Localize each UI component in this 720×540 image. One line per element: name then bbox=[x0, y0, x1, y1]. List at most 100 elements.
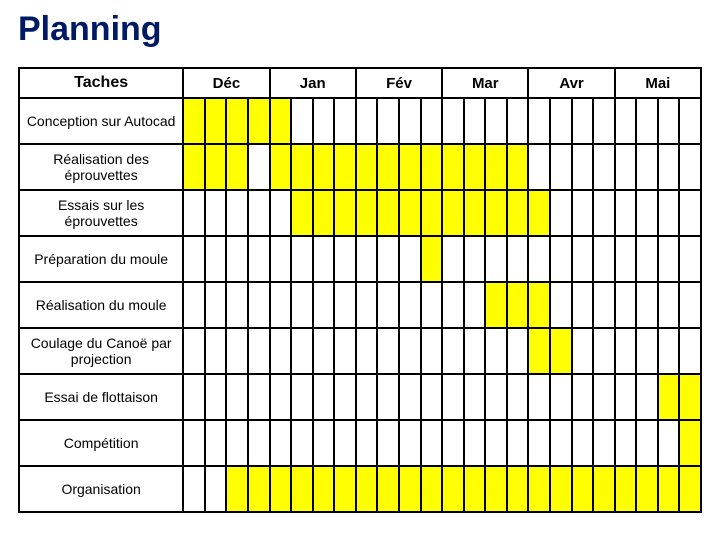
gantt-cell bbox=[615, 420, 637, 466]
gantt-cell bbox=[442, 98, 464, 144]
gantt-cell bbox=[334, 420, 356, 466]
gantt-cell bbox=[205, 190, 227, 236]
table-row: Coulage du Canoë par projection bbox=[19, 328, 701, 374]
gantt-cell bbox=[248, 282, 270, 328]
gantt-cell bbox=[356, 144, 378, 190]
month-header: Fév bbox=[356, 68, 442, 98]
gantt-cell bbox=[442, 144, 464, 190]
gantt-cell bbox=[658, 374, 680, 420]
gantt-cell bbox=[205, 328, 227, 374]
gantt-cell bbox=[679, 466, 701, 512]
gantt-cell bbox=[658, 98, 680, 144]
gantt-cell bbox=[658, 282, 680, 328]
gantt-cell bbox=[615, 466, 637, 512]
gantt-cell bbox=[356, 98, 378, 144]
task-label: Réalisation du moule bbox=[19, 282, 183, 328]
gantt-cell bbox=[615, 98, 637, 144]
gantt-cell bbox=[248, 420, 270, 466]
gantt-cell bbox=[550, 190, 572, 236]
gantt-cell bbox=[205, 144, 227, 190]
gantt-cell bbox=[464, 282, 486, 328]
gantt-cell bbox=[679, 374, 701, 420]
gantt-cell bbox=[464, 236, 486, 282]
gantt-cell bbox=[421, 328, 443, 374]
task-label: Essais sur les éprouvettes bbox=[19, 190, 183, 236]
gantt-cell bbox=[528, 144, 550, 190]
gantt-cell bbox=[205, 420, 227, 466]
gantt-cell bbox=[291, 190, 313, 236]
gantt-cell bbox=[291, 466, 313, 512]
task-label: Réalisation des éprouvettes bbox=[19, 144, 183, 190]
gantt-cell bbox=[485, 98, 507, 144]
gantt-cell bbox=[464, 144, 486, 190]
gantt-chart: TachesDécJanFévMarAvrMaiConception sur A… bbox=[18, 67, 702, 513]
gantt-cell bbox=[183, 420, 205, 466]
gantt-cell bbox=[507, 190, 529, 236]
gantt-cell bbox=[313, 328, 335, 374]
gantt-cell bbox=[679, 420, 701, 466]
gantt-cell bbox=[485, 236, 507, 282]
gantt-cell bbox=[528, 420, 550, 466]
gantt-cell bbox=[485, 374, 507, 420]
gantt-cell bbox=[658, 420, 680, 466]
gantt-cell bbox=[442, 236, 464, 282]
gantt-cell bbox=[183, 236, 205, 282]
table-row: Compétition bbox=[19, 420, 701, 466]
gantt-cell bbox=[421, 98, 443, 144]
gantt-cell bbox=[464, 466, 486, 512]
gantt-cell bbox=[572, 236, 594, 282]
gantt-cell bbox=[334, 98, 356, 144]
gantt-cell bbox=[270, 98, 292, 144]
gantt-cell bbox=[636, 144, 658, 190]
gantt-cell bbox=[356, 420, 378, 466]
page-title: Planning bbox=[18, 10, 702, 49]
gantt-cell bbox=[399, 190, 421, 236]
gantt-cell bbox=[636, 374, 658, 420]
gantt-cell bbox=[291, 328, 313, 374]
gantt-cell bbox=[658, 328, 680, 374]
gantt-cell bbox=[183, 144, 205, 190]
gantt-cell bbox=[615, 282, 637, 328]
gantt-cell bbox=[550, 420, 572, 466]
gantt-cell bbox=[679, 282, 701, 328]
gantt-cell bbox=[313, 98, 335, 144]
gantt-cell bbox=[270, 328, 292, 374]
table-row: Essais sur les éprouvettes bbox=[19, 190, 701, 236]
table-row: Organisation bbox=[19, 466, 701, 512]
gantt-cell bbox=[636, 328, 658, 374]
gantt-cell bbox=[377, 328, 399, 374]
gantt-cell bbox=[205, 466, 227, 512]
gantt-cell bbox=[421, 236, 443, 282]
gantt-cell bbox=[507, 282, 529, 328]
gantt-cell bbox=[464, 374, 486, 420]
gantt-cell bbox=[679, 144, 701, 190]
gantt-cell bbox=[377, 190, 399, 236]
gantt-cell bbox=[270, 374, 292, 420]
gantt-cell bbox=[270, 466, 292, 512]
gantt-cell bbox=[507, 236, 529, 282]
gantt-cell bbox=[593, 144, 615, 190]
gantt-cell bbox=[658, 236, 680, 282]
gantt-cell bbox=[528, 190, 550, 236]
gantt-cell bbox=[226, 374, 248, 420]
gantt-cell bbox=[550, 236, 572, 282]
gantt-cell bbox=[636, 236, 658, 282]
month-header: Mar bbox=[442, 68, 528, 98]
gantt-cell bbox=[507, 374, 529, 420]
gantt-cell bbox=[313, 236, 335, 282]
task-label: Conception sur Autocad bbox=[19, 98, 183, 144]
gantt-cell bbox=[636, 98, 658, 144]
table-row: Conception sur Autocad bbox=[19, 98, 701, 144]
gantt-cell bbox=[183, 190, 205, 236]
gantt-cell bbox=[334, 328, 356, 374]
gantt-cell bbox=[334, 236, 356, 282]
gantt-cell bbox=[572, 374, 594, 420]
gantt-cell bbox=[507, 144, 529, 190]
gantt-cell bbox=[507, 420, 529, 466]
table-row: Essai de flottaison bbox=[19, 374, 701, 420]
gantt-cell bbox=[226, 144, 248, 190]
gantt-cell bbox=[356, 466, 378, 512]
gantt-cell bbox=[593, 328, 615, 374]
gantt-cell bbox=[421, 144, 443, 190]
month-header: Déc bbox=[183, 68, 269, 98]
